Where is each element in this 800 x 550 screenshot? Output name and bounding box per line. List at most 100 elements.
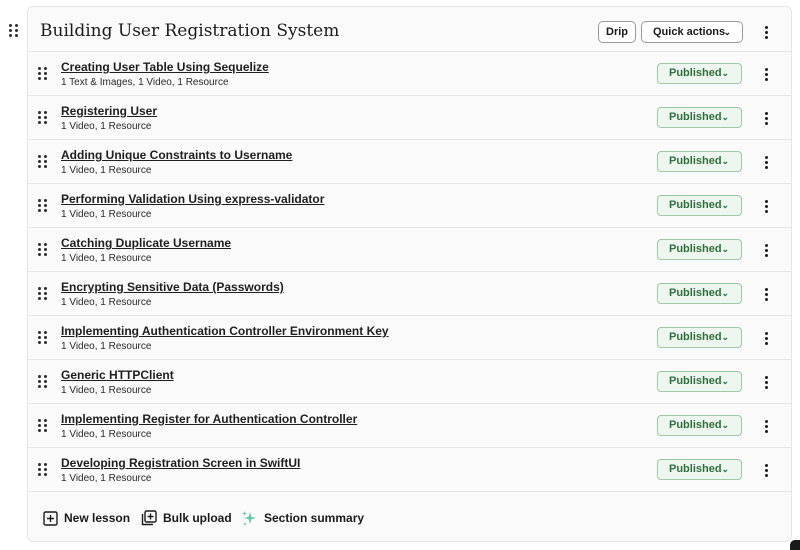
- lesson-title-link[interactable]: Adding Unique Constraints to Username: [61, 148, 292, 162]
- lesson-menu-icon[interactable]: [760, 462, 772, 478]
- lesson-row: Developing Registration Screen in SwiftU…: [28, 448, 791, 492]
- drag-handle-icon[interactable]: [38, 463, 47, 476]
- chevron-down-icon: ⌄: [721, 156, 729, 166]
- lesson-menu-icon[interactable]: [760, 66, 772, 82]
- status-label: Published: [669, 463, 722, 475]
- lesson-title-link[interactable]: Developing Registration Screen in SwiftU…: [61, 456, 300, 470]
- section-summary-button[interactable]: Section summary: [241, 509, 364, 527]
- lesson-meta: 1 Video, 1 Resource: [61, 121, 152, 132]
- chevron-down-icon: ⌄: [723, 27, 731, 37]
- lesson-row: Catching Duplicate Username 1 Video, 1 Re…: [28, 228, 791, 272]
- lesson-row: Encrypting Sensitive Data (Passwords) 1 V…: [28, 272, 791, 316]
- chevron-down-icon: ⌄: [721, 464, 729, 474]
- drag-handle-icon[interactable]: [38, 67, 47, 80]
- status-dropdown[interactable]: Published ⌄: [657, 151, 742, 172]
- section-footer: New lesson Bulk upload Section summary: [28, 494, 791, 541]
- lesson-meta: 1 Video, 1 Resource: [61, 165, 152, 176]
- lesson-menu-icon[interactable]: [760, 286, 772, 302]
- lesson-row: Registering User 1 Video, 1 Resource Publi…: [28, 96, 791, 140]
- status-dropdown[interactable]: Published ⌄: [657, 283, 742, 304]
- status-dropdown[interactable]: Published ⌄: [657, 415, 742, 436]
- plus-square-icon: [43, 510, 58, 526]
- section-card: Building User Registration System Drip Q…: [27, 6, 792, 542]
- status-label: Published: [669, 331, 722, 343]
- lesson-meta: 1 Video, 1 Resource: [61, 253, 152, 264]
- quick-actions-button[interactable]: Quick actions ⌄: [641, 21, 743, 43]
- status-label: Published: [669, 419, 722, 431]
- section-title: Building User Registration System: [40, 21, 340, 41]
- new-lesson-button[interactable]: New lesson: [43, 509, 130, 527]
- chevron-down-icon: ⌄: [721, 332, 729, 342]
- sparkles-icon: [241, 510, 258, 527]
- lesson-meta: 1 Video, 1 Resource: [61, 209, 152, 220]
- status-label: Published: [669, 199, 722, 211]
- lesson-meta: 1 Video, 1 Resource: [61, 341, 152, 352]
- status-dropdown[interactable]: Published ⌄: [657, 107, 742, 128]
- lesson-meta: 1 Video, 1 Resource: [61, 473, 152, 484]
- chevron-down-icon: ⌄: [721, 200, 729, 210]
- status-dropdown[interactable]: Published ⌄: [657, 327, 742, 348]
- lesson-title-link[interactable]: Catching Duplicate Username: [61, 236, 231, 250]
- lesson-menu-icon[interactable]: [760, 374, 772, 390]
- chevron-down-icon: ⌄: [721, 244, 729, 254]
- status-label: Published: [669, 111, 722, 123]
- lesson-title-link[interactable]: Generic HTTPClient: [61, 368, 174, 382]
- lesson-meta: 1 Text & Images, 1 Video, 1 Resource: [61, 77, 229, 88]
- status-dropdown[interactable]: Published ⌄: [657, 371, 742, 392]
- new-lesson-label: New lesson: [64, 511, 131, 525]
- section-summary-label: Section summary: [264, 511, 365, 525]
- drip-button[interactable]: Drip: [598, 21, 636, 43]
- bulk-upload-button[interactable]: Bulk upload: [141, 509, 232, 527]
- status-label: Published: [669, 375, 722, 387]
- chevron-down-icon: ⌄: [721, 376, 729, 386]
- status-dropdown[interactable]: Published ⌄: [657, 459, 742, 480]
- lesson-row: Implementing Authentication Controller E…: [28, 316, 791, 360]
- status-dropdown[interactable]: Published ⌄: [657, 63, 742, 84]
- lesson-meta: 1 Video, 1 Resource: [61, 385, 152, 396]
- bulk-upload-label: Bulk upload: [163, 511, 232, 525]
- status-label: Published: [669, 67, 722, 79]
- drag-handle-icon[interactable]: [38, 111, 47, 124]
- corner-widget: [790, 540, 800, 550]
- lesson-menu-icon[interactable]: [760, 110, 772, 126]
- drag-handle-icon[interactable]: [38, 287, 47, 300]
- lesson-menu-icon[interactable]: [760, 242, 772, 258]
- lesson-row: Generic HTTPClient 1 Video, 1 Resource Pub…: [28, 360, 791, 404]
- lesson-title-link[interactable]: Creating User Table Using Sequelize: [61, 60, 269, 74]
- drag-handle-icon[interactable]: [38, 243, 47, 256]
- lesson-title-link[interactable]: Performing Validation Using express-vali…: [61, 192, 324, 206]
- drag-handle-icon[interactable]: [38, 375, 47, 388]
- drag-handle-icon[interactable]: [38, 155, 47, 168]
- drag-handle-icon[interactable]: [38, 331, 47, 344]
- status-label: Published: [669, 287, 722, 299]
- lesson-meta: 1 Video, 1 Resource: [61, 429, 152, 440]
- status-label: Published: [669, 155, 722, 167]
- lesson-list: Creating User Table Using Sequelize 1 Tex…: [28, 52, 791, 492]
- status-dropdown[interactable]: Published ⌄: [657, 195, 742, 216]
- chevron-down-icon: ⌄: [721, 68, 729, 78]
- lesson-title-link[interactable]: Implementing Authentication Controller E…: [61, 324, 389, 338]
- section-menu-icon[interactable]: [760, 24, 772, 40]
- drag-handle-icon[interactable]: [38, 419, 47, 432]
- chevron-down-icon: ⌄: [721, 420, 729, 430]
- quick-actions-label: Quick actions: [653, 26, 726, 38]
- lesson-title-link[interactable]: Encrypting Sensitive Data (Passwords): [61, 280, 284, 294]
- lesson-row: Implementing Register for Authentication…: [28, 404, 791, 448]
- lesson-menu-icon[interactable]: [760, 330, 772, 346]
- lesson-menu-icon[interactable]: [760, 154, 772, 170]
- stacked-plus-icon: [141, 510, 157, 526]
- chevron-down-icon: ⌄: [721, 288, 729, 298]
- lesson-title-link[interactable]: Implementing Register for Authentication…: [61, 412, 357, 426]
- section-header: Building User Registration System Drip Q…: [28, 7, 791, 52]
- lesson-row: Performing Validation Using express-vali…: [28, 184, 791, 228]
- lesson-row: Adding Unique Constraints to Username 1 V…: [28, 140, 791, 184]
- chevron-down-icon: ⌄: [721, 112, 729, 122]
- status-dropdown[interactable]: Published ⌄: [657, 239, 742, 260]
- lesson-menu-icon[interactable]: [760, 418, 772, 434]
- lesson-meta: 1 Video, 1 Resource: [61, 297, 152, 308]
- lesson-menu-icon[interactable]: [760, 198, 772, 214]
- drag-handle-icon[interactable]: [38, 199, 47, 212]
- status-label: Published: [669, 243, 722, 255]
- lesson-title-link[interactable]: Registering User: [61, 104, 157, 118]
- section-drag-handle-icon[interactable]: [9, 24, 21, 40]
